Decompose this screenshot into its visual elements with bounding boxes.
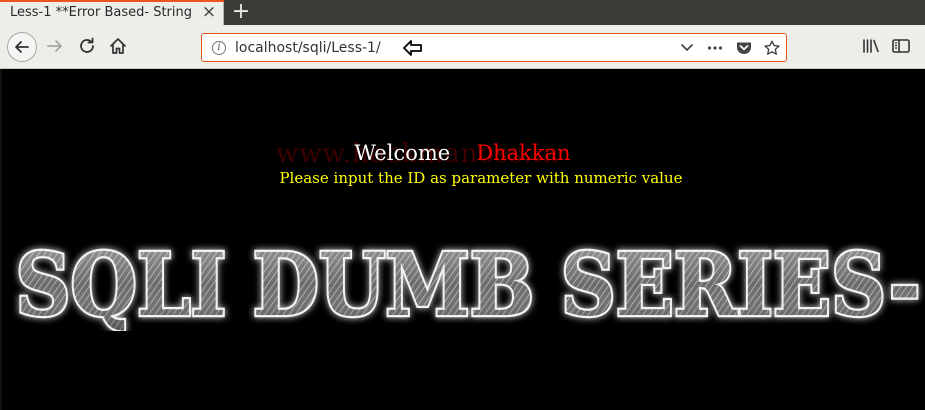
page-left-edge [0,69,2,410]
chevron-down-icon[interactable] [678,40,696,56]
welcome-text: Welcome [354,141,451,165]
page-content: www.hackmanoss.in Welcome Dhakkan Please … [0,69,925,410]
star-icon[interactable] [763,40,781,56]
more-dots-icon[interactable] [706,40,724,56]
info-icon[interactable]: i [212,41,226,55]
tab-active-indicator [0,0,224,2]
url-field[interactable]: localhost/sqli/Less-1/ [235,40,381,56]
back-button[interactable] [7,32,37,62]
instruction-text: Please input the ID as parameter with nu… [279,169,683,187]
back-arrow-icon [15,41,29,53]
forward-arrow-icon[interactable] [43,34,67,58]
mouse-cursor-arrow-icon [403,40,422,56]
navigation-toolbar: i localhost/sqli/Less-1/ [0,25,925,69]
banner-text-shade: SQLI DUMB SERIES- [16,239,921,331]
tab-title: Less-1 **Error Based- String [10,5,192,20]
sidebar-icon[interactable] [889,34,913,58]
address-bar[interactable]: i localhost/sqli/Less-1/ [201,33,787,62]
sqli-dumb-series-banner: SQLI DUMB SERIES- SQLI DUMB SERIES- [13,239,923,331]
library-icon[interactable] [859,34,883,58]
close-icon[interactable]: × [200,3,218,21]
plus-icon[interactable]: + [230,0,252,25]
pocket-icon[interactable] [735,40,753,56]
home-icon[interactable] [106,34,130,58]
welcome-line: Welcome Dhakkan [0,141,925,165]
reload-icon[interactable] [75,34,99,58]
tab-strip: Less-1 **Error Based- String × + [0,0,925,25]
user-name: Dhakkan [476,141,571,165]
browser-tab[interactable]: Less-1 **Error Based- String × [0,0,224,25]
